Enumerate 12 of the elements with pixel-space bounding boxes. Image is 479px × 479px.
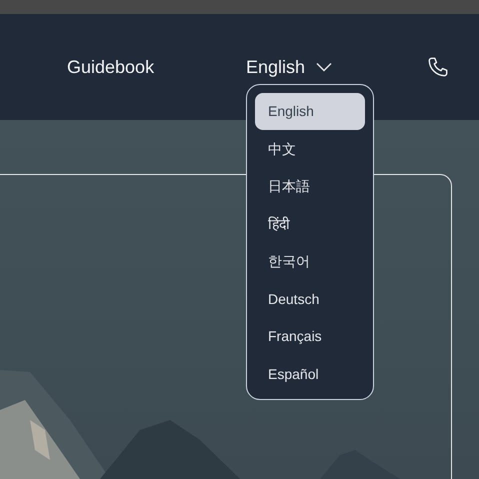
- language-option[interactable]: 中文: [255, 130, 365, 168]
- language-option[interactable]: Español: [255, 356, 365, 392]
- language-option[interactable]: English: [255, 93, 365, 130]
- chevron-icon: [316, 62, 332, 72]
- language-option[interactable]: हिंदी: [255, 206, 365, 242]
- language-option[interactable]: 日本語: [255, 168, 365, 205]
- nav-link[interactable]: Guidebook: [67, 56, 246, 78]
- language-option[interactable]: Français: [255, 318, 365, 355]
- phone-icon[interactable]: [427, 56, 450, 78]
- language-option[interactable]: 한국어: [255, 243, 365, 280]
- language-button[interactable]: English: [246, 56, 332, 78]
- language-option[interactable]: Deutsch: [255, 280, 365, 318]
